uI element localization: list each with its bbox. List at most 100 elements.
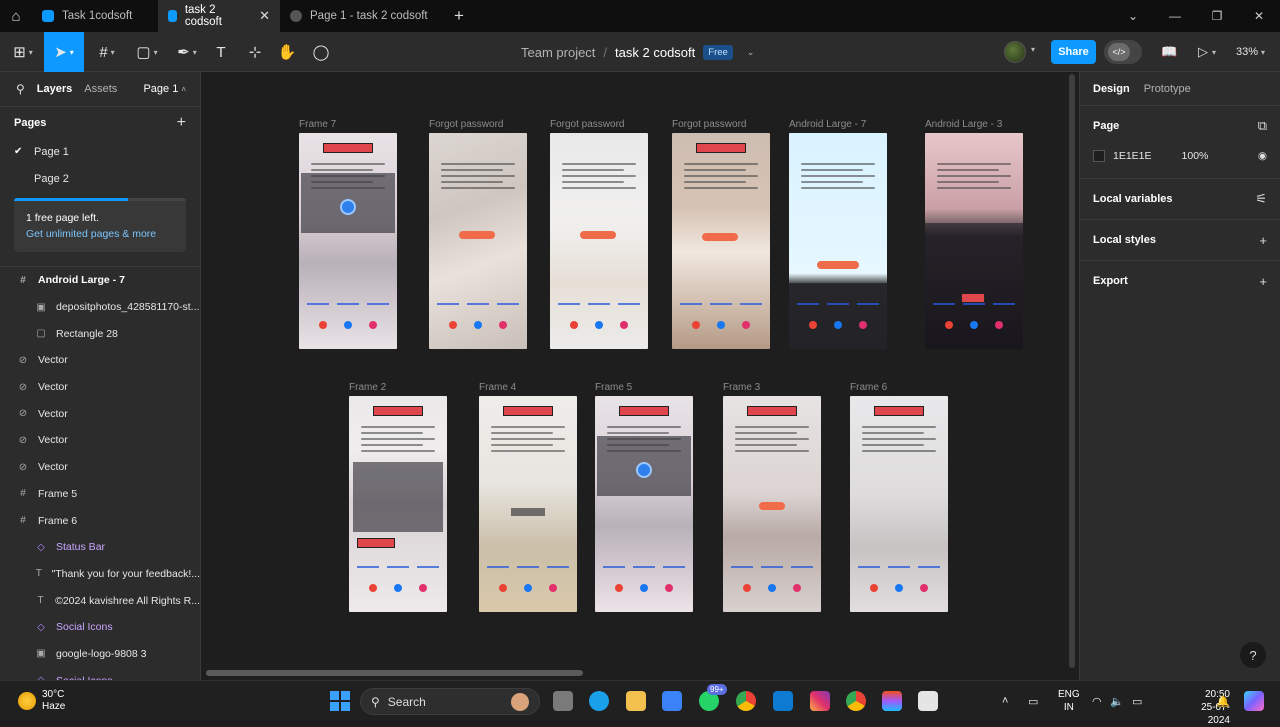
- window-tab-page1[interactable]: Page 1 - task 2 codsoft: [280, 0, 440, 32]
- window-tab-task1[interactable]: Task 1codsoft: [32, 0, 158, 32]
- frame-label[interactable]: Forgot password: [429, 119, 503, 130]
- layer-row[interactable]: ◇Social Icons: [0, 667, 200, 680]
- layer-row[interactable]: # Frame 5: [0, 481, 200, 508]
- snipping-tool-icon[interactable]: [918, 691, 938, 711]
- frame-form[interactable]: [429, 133, 527, 349]
- add-style-icon[interactable]: +: [1259, 233, 1267, 248]
- frame-label[interactable]: Forgot password: [672, 119, 746, 130]
- design-canvas[interactable]: Frame 7 Forgot password Forgot password For…: [201, 72, 1079, 680]
- frame-email_verify[interactable]: [479, 396, 577, 612]
- windows-start-icon[interactable]: [330, 691, 350, 711]
- frame-tool-icon[interactable]: # ▾: [90, 32, 124, 72]
- chevron-down-icon[interactable]: ⌄: [747, 47, 755, 58]
- frame-verified[interactable]: [595, 396, 693, 612]
- page-item-1[interactable]: ✔ Page 1: [0, 138, 200, 165]
- local-variables-section[interactable]: Local variables ⚟: [1080, 179, 1280, 220]
- maximize-icon[interactable]: ❐: [1196, 0, 1238, 32]
- horizontal-scrollbar[interactable]: [206, 670, 583, 676]
- frame-verified[interactable]: [299, 133, 397, 349]
- tab-prototype[interactable]: Prototype: [1144, 83, 1191, 95]
- zoom-level[interactable]: 33% ▾: [1236, 32, 1265, 72]
- layer-row[interactable]: # Android Large - 7: [0, 267, 200, 294]
- tab-layers[interactable]: Layers: [37, 83, 72, 95]
- eye-icon[interactable]: ◉: [1258, 150, 1267, 162]
- frame-label[interactable]: Frame 2: [349, 382, 386, 393]
- minimize-icon[interactable]: —: [1154, 0, 1196, 32]
- copilot-icon[interactable]: [1244, 691, 1264, 711]
- page-background-row[interactable]: 1E1E1E 100% ◉: [1093, 146, 1267, 166]
- close-icon[interactable]: ✕: [259, 8, 270, 24]
- page-opacity[interactable]: 100%: [1182, 150, 1209, 162]
- frame-label[interactable]: Forgot password: [550, 119, 624, 130]
- microsoft-store-icon[interactable]: [662, 691, 682, 711]
- new-tab-icon[interactable]: +: [454, 6, 464, 26]
- home-icon[interactable]: ⌂: [0, 0, 32, 32]
- chrome-icon[interactable]: [736, 691, 756, 711]
- comment-tool-icon[interactable]: ◯: [310, 32, 332, 72]
- layer-row[interactable]: ◇ Status Bar: [0, 534, 200, 561]
- add-page-icon[interactable]: +: [177, 114, 186, 132]
- frame-label[interactable]: Frame 5: [595, 382, 632, 393]
- taskbar-search[interactable]: ⚲ Search: [360, 688, 540, 715]
- wifi-icon[interactable]: ◠: [1092, 681, 1102, 721]
- layer-row[interactable]: ⊘ Vector: [0, 427, 200, 454]
- frame-code[interactable]: [550, 133, 648, 349]
- present-play-icon[interactable]: ▷ ▾: [1198, 32, 1216, 72]
- layer-row[interactable]: ⊘ Vector: [0, 347, 200, 374]
- layer-row[interactable]: ⊘ Vector: [0, 400, 200, 427]
- frame-illustration[interactable]: [789, 133, 887, 349]
- page-selector[interactable]: Page 1 ˄: [143, 83, 186, 95]
- frame-label[interactable]: Frame 7: [299, 119, 336, 130]
- file-name[interactable]: task 2 codsoft: [615, 45, 695, 60]
- edge-browser-icon[interactable]: [589, 691, 609, 711]
- promo-link[interactable]: Get unlimited pages & more: [26, 228, 174, 240]
- layer-row[interactable]: T "Thank you for your feedback!...: [0, 561, 200, 588]
- frame-label[interactable]: Android Large - 7: [789, 119, 866, 130]
- help-icon[interactable]: ?: [1240, 642, 1266, 668]
- frame-login[interactable]: [925, 133, 1023, 349]
- layer-row[interactable]: T ©2024 kavishree All Rights R...: [0, 587, 201, 614]
- dev-mode-toggle[interactable]: </>: [1104, 40, 1142, 64]
- chrome-profile-icon[interactable]: [846, 691, 866, 711]
- frame-label[interactable]: Frame 4: [479, 382, 516, 393]
- page-color-swatch[interactable]: [1093, 150, 1105, 162]
- sliders-icon[interactable]: ⚟: [1255, 191, 1267, 207]
- frame-feedback[interactable]: [850, 396, 948, 612]
- export-section[interactable]: Export +: [1080, 261, 1280, 301]
- frame-label[interactable]: Android Large - 3: [925, 119, 1002, 130]
- hand-tool-icon[interactable]: ✋: [276, 32, 298, 72]
- pen-tool-icon[interactable]: ✒ ▾: [170, 32, 204, 72]
- page-settings-icon[interactable]: ⧉: [1258, 118, 1267, 134]
- layer-row[interactable]: ⊘ Vector: [0, 374, 200, 401]
- search-icon[interactable]: ⚲: [16, 82, 25, 96]
- tab-design[interactable]: Design: [1093, 83, 1130, 95]
- page-color-hex[interactable]: 1E1E1E: [1113, 150, 1152, 162]
- volume-icon[interactable]: 🔈: [1110, 681, 1124, 721]
- layer-row[interactable]: ⊘ Vector: [0, 454, 200, 481]
- move-tool-icon[interactable]: ➤ ▾: [44, 32, 84, 72]
- layer-row[interactable]: ▣ google-logo-9808 3: [0, 641, 200, 668]
- layer-row[interactable]: ▢ Rectangle 28: [0, 320, 200, 347]
- avatar[interactable]: [1004, 41, 1026, 63]
- instagram-icon[interactable]: [810, 691, 830, 711]
- chevron-down-icon[interactable]: ▾: [1031, 45, 1035, 54]
- local-styles-section[interactable]: Local styles +: [1080, 220, 1280, 261]
- main-menu-icon[interactable]: ⊞ ▾: [6, 32, 40, 72]
- weather-widget[interactable]: 30°C Haze: [18, 689, 65, 713]
- window-tab-task2[interactable]: task 2 codsoft ✕: [158, 0, 280, 32]
- vertical-scrollbar[interactable]: [1069, 74, 1075, 668]
- language-indicator[interactable]: ENG IN: [1058, 688, 1080, 714]
- file-explorer-icon[interactable]: [626, 691, 646, 711]
- frame-label[interactable]: Frame 6: [850, 382, 887, 393]
- layer-row[interactable]: # Frame 6: [0, 507, 200, 534]
- figma-app-icon[interactable]: [882, 691, 902, 711]
- layer-row[interactable]: ▣ depositphotos_428581170-st...: [0, 294, 200, 321]
- rectangle-tool-icon[interactable]: ▢ ▾: [130, 32, 164, 72]
- vscode-icon[interactable]: [773, 691, 793, 711]
- close-window-icon[interactable]: ✕: [1238, 0, 1280, 32]
- frame-cart[interactable]: [349, 396, 447, 612]
- library-book-icon[interactable]: 📖: [1161, 32, 1177, 72]
- text-tool-icon[interactable]: T: [210, 32, 232, 72]
- resources-icon[interactable]: ⊹: [244, 32, 266, 72]
- frame-label[interactable]: Frame 3: [723, 382, 760, 393]
